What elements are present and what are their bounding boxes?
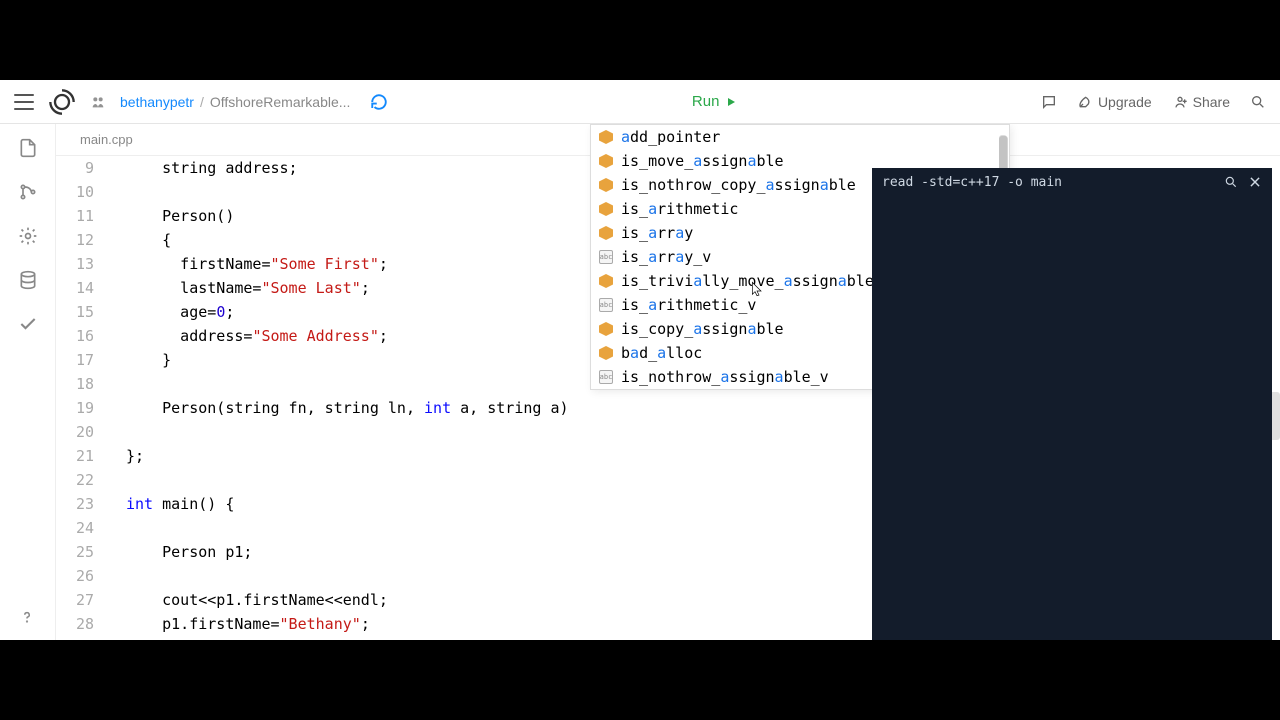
version-control-icon[interactable] xyxy=(18,182,38,202)
autocomplete-label: is_array xyxy=(621,224,693,242)
topbar: bethanypetr / OffshoreRemarkable... Run … xyxy=(0,80,1280,124)
main-area: main.cpp 9101112131415161718192021222324… xyxy=(0,124,1280,640)
breadcrumb-owner[interactable]: bethanypetr xyxy=(120,94,194,110)
autocomplete-label: is_arithmetic xyxy=(621,200,738,218)
breadcrumb: bethanypetr / OffshoreRemarkable... xyxy=(120,94,350,110)
chat-icon xyxy=(1041,94,1057,110)
keyword-icon: abc xyxy=(599,250,613,264)
breadcrumb-separator: / xyxy=(200,94,204,110)
autocomplete-label: is_move_assignable xyxy=(621,152,784,170)
run-label: Run xyxy=(692,93,720,110)
console-command: read -std=c++17 -o main xyxy=(882,175,1214,190)
share-label: Share xyxy=(1193,94,1230,110)
multiplayer-icon[interactable] xyxy=(90,94,106,110)
type-icon xyxy=(599,346,613,360)
autocomplete-label: is_nothrow_copy_assignable xyxy=(621,176,856,194)
help-icon[interactable] xyxy=(18,608,36,626)
upgrade-button[interactable]: Upgrade xyxy=(1077,94,1152,110)
type-icon xyxy=(599,202,613,216)
console-close-icon[interactable] xyxy=(1248,175,1262,189)
play-icon xyxy=(725,96,737,108)
run-button[interactable]: Run xyxy=(682,89,748,114)
database-icon[interactable] xyxy=(18,270,38,290)
line-gutter: 910111213141516171819202122232425262728 xyxy=(56,156,106,640)
type-icon xyxy=(599,274,613,288)
autocomplete-item[interactable]: add_pointer xyxy=(591,125,1009,149)
keyword-icon: abc xyxy=(599,298,613,312)
rocket-icon xyxy=(1077,94,1093,110)
menu-icon[interactable] xyxy=(14,94,34,110)
settings-icon[interactable] xyxy=(18,226,38,246)
autocomplete-label: is_array_v xyxy=(621,248,711,266)
type-icon xyxy=(599,130,613,144)
console-search-icon[interactable] xyxy=(1224,175,1238,189)
share-icon xyxy=(1172,94,1188,110)
search-icon xyxy=(1250,94,1266,110)
type-icon xyxy=(599,178,613,192)
keyword-icon: abc xyxy=(599,370,613,384)
refresh-icon[interactable] xyxy=(370,93,388,111)
autocomplete-label: add_pointer xyxy=(621,128,720,146)
autocomplete-label: is_copy_assignable xyxy=(621,320,784,338)
search-button[interactable] xyxy=(1250,94,1266,110)
left-sidebar xyxy=(0,124,56,640)
type-icon xyxy=(599,322,613,336)
upgrade-label: Upgrade xyxy=(1098,94,1152,110)
app-window: bethanypetr / OffshoreRemarkable... Run … xyxy=(0,80,1280,640)
breadcrumb-project[interactable]: OffshoreRemarkable... xyxy=(210,94,351,110)
replit-logo-icon xyxy=(48,88,76,116)
autocomplete-label: bad_alloc xyxy=(621,344,702,362)
type-icon xyxy=(599,226,613,240)
type-icon xyxy=(599,154,613,168)
console-panel: read -std=c++17 -o main xyxy=(872,168,1272,640)
autocomplete-label: is_trivially_move_assignable xyxy=(621,272,874,290)
autocomplete-label: is_arithmetic_v xyxy=(621,296,756,314)
files-icon[interactable] xyxy=(18,138,38,158)
share-button[interactable]: Share xyxy=(1172,94,1230,110)
autocomplete-label: is_nothrow_assignable_v xyxy=(621,368,829,386)
chat-button[interactable] xyxy=(1041,94,1057,110)
check-icon[interactable] xyxy=(18,314,38,334)
